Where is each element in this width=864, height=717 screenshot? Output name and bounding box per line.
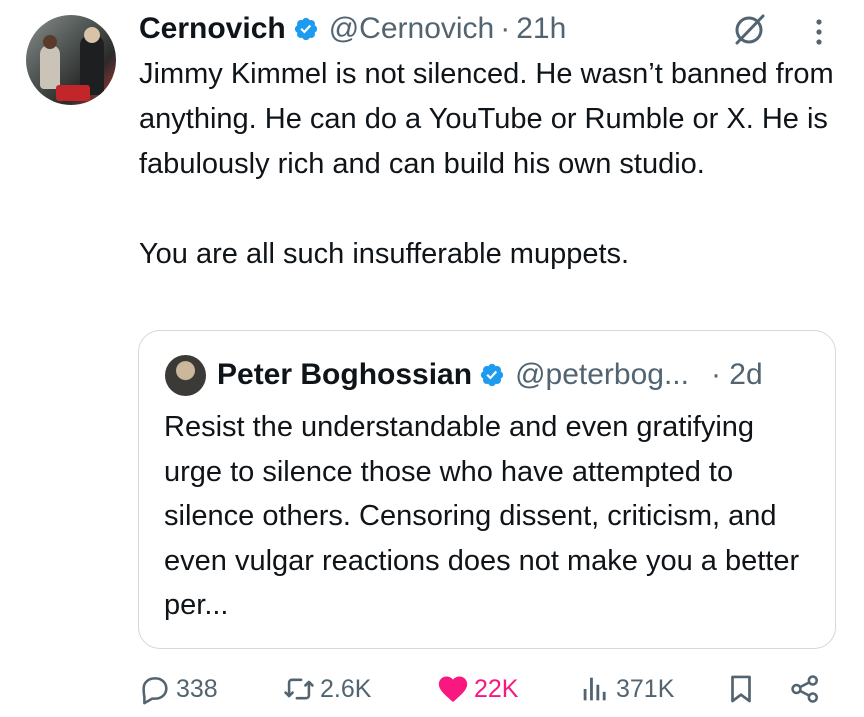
- verified-badge-icon: [480, 363, 504, 387]
- reply-button[interactable]: 338: [138, 669, 218, 709]
- bookmark-icon: [731, 675, 751, 703]
- tweet-paragraph: You are all such insufferable muppets.: [139, 238, 630, 270]
- repost-icon: [284, 678, 314, 700]
- like-icon: [438, 676, 468, 703]
- repost-count: 2.6K: [320, 674, 372, 703]
- reply-count: 338: [176, 674, 218, 703]
- reply-icon: [142, 677, 168, 705]
- action-bar: 338 2.6K 22K 371K: [138, 669, 828, 709]
- grok-icon[interactable]: [730, 11, 768, 49]
- author-avatar[interactable]: [26, 15, 116, 105]
- author-handle[interactable]: @Cernovich: [329, 12, 495, 46]
- repost-button[interactable]: 2.6K: [282, 669, 371, 709]
- quoted-tweet-time[interactable]: · 2d: [711, 358, 763, 392]
- views-icon: [583, 677, 606, 701]
- tweet-text: Jimmy Kimmel is not silenced. He wasn’t …: [139, 52, 849, 277]
- quoted-author-handle[interactable]: @peterbog...: [515, 358, 689, 392]
- share-icon: [791, 675, 819, 703]
- tweet-header: Cernovich @Cernovich · 21h: [139, 9, 566, 49]
- like-button[interactable]: 22K: [436, 669, 518, 709]
- quoted-tweet-text: Resist the understandable and even grati…: [164, 411, 800, 621]
- verified-badge-icon: [294, 17, 317, 41]
- tweet-time[interactable]: 21h: [516, 12, 566, 46]
- views-button[interactable]: 371K: [578, 669, 674, 709]
- author-name[interactable]: Cernovich: [139, 12, 286, 46]
- more-icon[interactable]: [808, 14, 830, 50]
- share-button[interactable]: [788, 669, 822, 709]
- quoted-tweet[interactable]: Peter Boghossian @peterbog... · 2d Resis…: [138, 330, 836, 649]
- like-count: 22K: [474, 674, 519, 703]
- quoted-author-name[interactable]: Peter Boghossian: [217, 358, 472, 392]
- views-count: 371K: [616, 674, 675, 703]
- separator-dot: ·: [500, 12, 511, 45]
- quoted-tweet-header: Peter Boghossian @peterbog... · 2d: [217, 353, 763, 397]
- tweet-paragraph: Jimmy Kimmel is not silenced. He wasn’t …: [139, 58, 834, 180]
- quoted-author-avatar[interactable]: [165, 355, 206, 396]
- bookmark-button[interactable]: [724, 669, 758, 709]
